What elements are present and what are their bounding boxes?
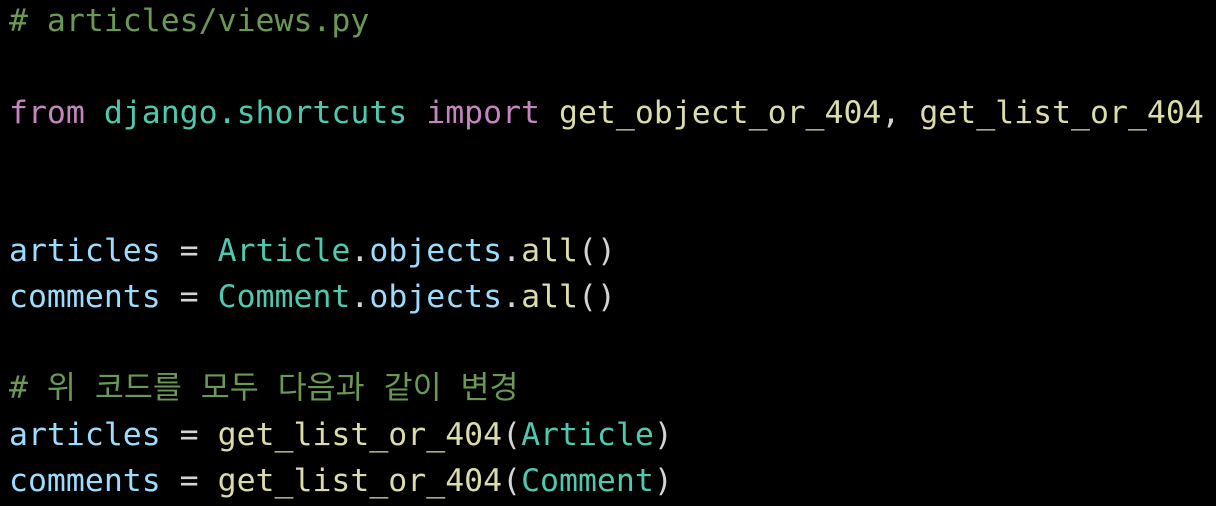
function-call-name: get_list_or_404	[217, 463, 503, 499]
code-editor: # articles/views.py from django.shortcut…	[0, 0, 1216, 506]
module-name: django.shortcuts	[103, 95, 408, 131]
code-line-9: # 위 코드를 모두 다음과 같이 변경	[9, 368, 519, 408]
open-paren: (	[502, 463, 522, 499]
variable-articles: articles	[9, 233, 161, 269]
file-path-comment: # articles/views.py	[9, 3, 370, 39]
variable-articles: articles	[9, 417, 161, 453]
import-separator: ,	[881, 95, 920, 131]
code-line-1: # articles/views.py	[9, 1, 369, 41]
open-paren: (	[502, 417, 522, 453]
parens: ()	[578, 279, 616, 315]
dot: .	[502, 233, 522, 269]
parens: ()	[578, 233, 616, 269]
method-all: all	[521, 279, 578, 315]
close-paren: )	[653, 417, 673, 453]
attribute-objects: objects	[369, 279, 503, 315]
korean-comment: # 위 코드를 모두 다음과 같이 변경	[9, 370, 519, 406]
assign-operator: =	[160, 279, 218, 315]
function-call-name: get_list_or_404	[217, 417, 503, 453]
import-name-2: get_list_or_404	[919, 95, 1204, 131]
variable-comments: comments	[9, 463, 161, 499]
variable-comments: comments	[9, 279, 161, 315]
dot: .	[350, 279, 370, 315]
code-line-3: from django.shortcuts import get_object_…	[9, 93, 1204, 133]
code-line-10: articles = get_list_or_404(Article)	[9, 415, 673, 455]
dot: .	[502, 279, 522, 315]
argument-class: Comment	[521, 463, 654, 499]
code-line-6: articles = Article.objects.all()	[9, 231, 616, 271]
attribute-objects: objects	[369, 233, 503, 269]
code-line-7: comments = Comment.objects.all()	[9, 277, 616, 317]
method-all: all	[521, 233, 578, 269]
dot: .	[350, 233, 370, 269]
close-paren: )	[653, 463, 673, 499]
class-name: Comment	[217, 279, 351, 315]
assign-operator: =	[160, 463, 218, 499]
code-line-11: comments = get_list_or_404(Comment)	[9, 461, 673, 501]
import-name-1: get_object_or_404	[559, 95, 882, 131]
class-name: Article	[217, 233, 351, 269]
argument-class: Article	[521, 417, 654, 453]
keyword-import: import	[426, 95, 541, 131]
keyword-from: from	[9, 95, 85, 131]
assign-operator: =	[160, 417, 218, 453]
assign-operator: =	[160, 233, 218, 269]
